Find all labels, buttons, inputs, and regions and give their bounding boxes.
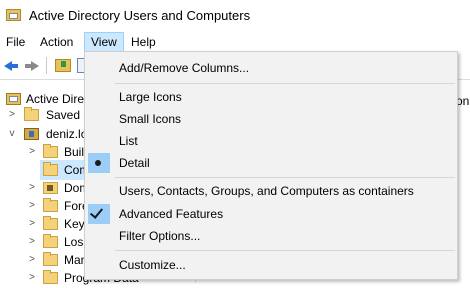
menu-item-customize[interactable]: Customize... xyxy=(85,254,457,276)
menu-action[interactable]: Action xyxy=(34,32,79,52)
menu-item-large-icons[interactable]: Large Icons xyxy=(85,86,457,108)
column-header-partial: on xyxy=(456,94,470,108)
menu-help[interactable]: Help xyxy=(125,32,162,52)
folder-icon xyxy=(43,162,58,176)
collapse-chevron-icon[interactable]: v xyxy=(7,124,17,144)
radio-bullet-icon xyxy=(95,160,101,166)
expand-chevron-icon[interactable]: > xyxy=(27,268,37,288)
menu-separator xyxy=(115,250,455,251)
folder-icon xyxy=(43,198,58,212)
menu-item-label: Customize... xyxy=(119,258,186,272)
menu-file[interactable]: File xyxy=(0,32,31,52)
menu-item-add-remove-columns[interactable]: Add/Remove Columns... xyxy=(85,57,457,79)
folder-up-icon[interactable] xyxy=(55,59,71,72)
window-title: Active Directory Users and Computers xyxy=(29,8,251,23)
menu-item-detail[interactable]: Detail xyxy=(85,152,457,174)
expand-chevron-icon[interactable]: > xyxy=(27,250,37,270)
menu-item-label: Add/Remove Columns... xyxy=(119,61,250,75)
folder-icon xyxy=(43,234,58,248)
expand-chevron-icon[interactable]: > xyxy=(27,142,37,162)
forward-arrow-icon[interactable] xyxy=(23,57,41,73)
menu-view[interactable]: View xyxy=(84,32,124,52)
expand-chevron-icon[interactable]: > xyxy=(27,232,37,252)
menu-item-label: Advanced Features xyxy=(119,207,224,221)
menu-separator xyxy=(115,177,455,178)
folder-icon xyxy=(43,270,58,284)
ad-root-icon xyxy=(6,93,21,105)
tree-item-label: Buil xyxy=(64,145,85,159)
folder-icon xyxy=(24,107,39,121)
expand-chevron-icon[interactable]: > xyxy=(27,178,37,198)
menu-separator xyxy=(115,83,455,84)
menu-item-label: Detail xyxy=(119,156,150,170)
toolbar-separator xyxy=(46,57,47,74)
menu-item-label: Filter Options... xyxy=(119,229,201,243)
expand-chevron-icon[interactable]: > xyxy=(27,196,37,216)
menu-item-label: List xyxy=(119,134,138,148)
menu-item-filter-options[interactable]: Filter Options... xyxy=(85,225,457,247)
title-bar: Active Directory Users and Computers xyxy=(0,0,470,32)
menu-item-label: Large Icons xyxy=(119,90,182,104)
menu-item-users-as-containers[interactable]: Users, Contacts, Groups, and Computers a… xyxy=(85,180,457,202)
back-arrow-icon[interactable] xyxy=(2,57,20,73)
domain-icon xyxy=(24,128,39,140)
expand-chevron-icon[interactable]: > xyxy=(27,214,37,234)
tree-item-label: Key xyxy=(64,217,85,231)
menu-item-label: Users, Contacts, Groups, and Computers a… xyxy=(119,184,414,198)
folder-icon xyxy=(43,252,58,266)
view-menu-dropdown: Add/Remove Columns... Large Icons Small … xyxy=(84,51,458,280)
tree-item-label: deniz.lo xyxy=(46,127,88,141)
menu-item-advanced-features[interactable]: Advanced Features xyxy=(85,203,457,225)
menu-bar: File Action View Help xyxy=(0,32,470,52)
tree-item-label: Los xyxy=(64,235,84,249)
menu-item-small-icons[interactable]: Small Icons xyxy=(85,108,457,130)
menu-item-list[interactable]: List xyxy=(85,130,457,152)
expand-chevron-icon[interactable]: > xyxy=(7,105,17,125)
ad-users-computers-icon xyxy=(6,9,21,21)
folder-icon xyxy=(43,144,58,158)
menu-item-label: Small Icons xyxy=(119,112,182,126)
special-folder-icon xyxy=(43,182,58,194)
folder-icon xyxy=(43,216,58,230)
